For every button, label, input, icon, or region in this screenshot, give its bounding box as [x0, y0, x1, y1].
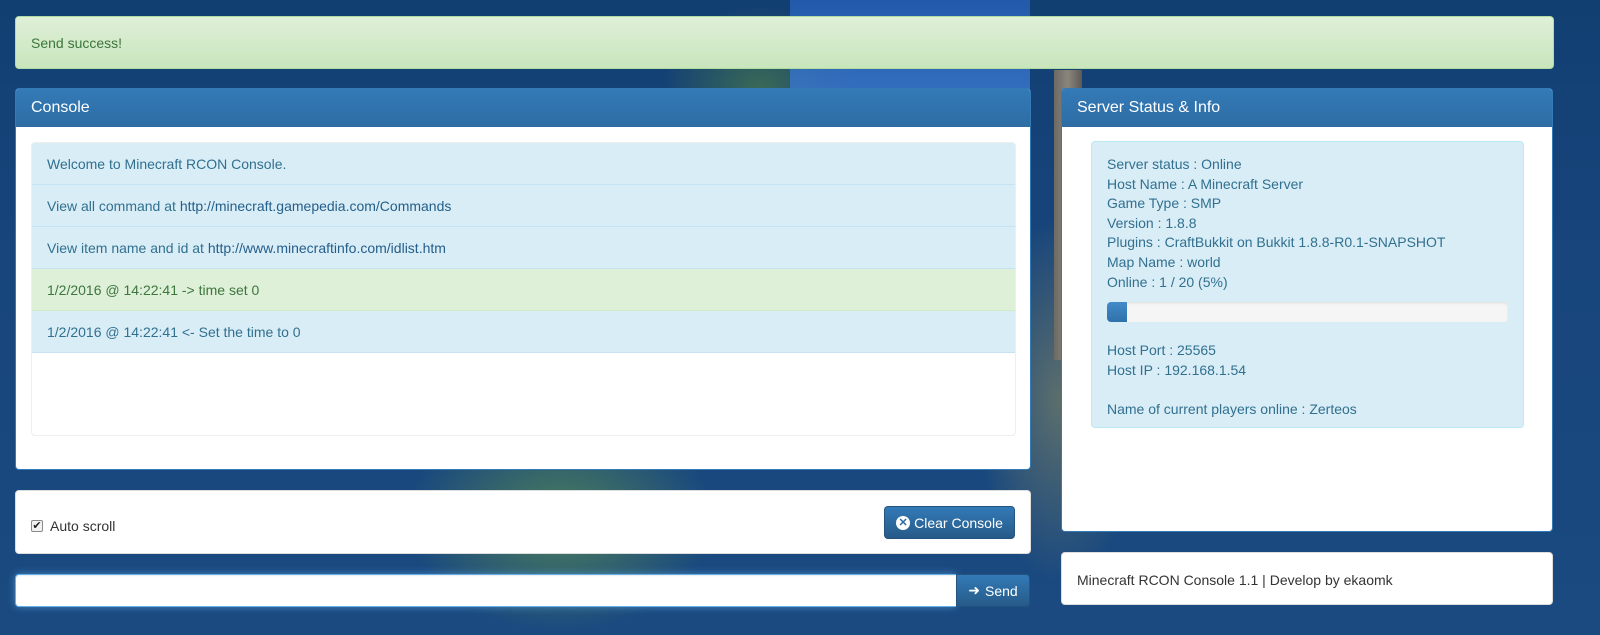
checkmark-icon: ✔ — [32, 520, 42, 532]
command-input[interactable] — [15, 574, 956, 607]
host-ip: Host IP : 192.168.1.54 — [1107, 361, 1247, 378]
console-panel: Console Welcome to Minecraft RCON Consol… — [15, 88, 1031, 470]
auto-scroll-toggle[interactable]: ✔ Auto scroll — [31, 518, 115, 534]
players-online: Name of current players online : Zerteos — [1107, 400, 1357, 417]
host-name: Host Name : A Minecraft Server — [1107, 175, 1304, 192]
host-port: Host Port : 25565 — [1107, 342, 1216, 359]
console-title: Console — [31, 99, 90, 116]
online-progress-bar — [1107, 302, 1128, 323]
console-heading: Console — [16, 89, 1030, 127]
online-count: Online : 1 / 20 (5%) — [1107, 273, 1228, 290]
clear-console-button[interactable]: ✕ Clear Console — [884, 506, 1015, 539]
game-type: Game Type : SMP — [1107, 195, 1222, 212]
console-line-sent: 1/2/2016 @ 14:22:41 -> time set 0 — [32, 269, 1015, 311]
alert-text: Send success! — [31, 35, 123, 51]
server-status: Server status : Online — [1107, 156, 1242, 172]
footer: Minecraft RCON Console 1.1 | Develop by … — [1061, 552, 1553, 605]
console-line: View item name and id at http://www.mine… — [32, 227, 1015, 269]
console-output[interactable]: Welcome to Minecraft RCON Console. View … — [31, 142, 1016, 436]
send-button[interactable]: ➜ Send — [956, 574, 1030, 607]
send-label: Send — [985, 582, 1018, 599]
arrow-right-icon: ➜ — [968, 582, 981, 598]
online-progress — [1107, 302, 1508, 323]
auto-scroll-checkbox[interactable]: ✔ — [31, 520, 43, 532]
console-line-response: 1/2/2016 @ 14:22:41 <- Set the time to 0 — [32, 311, 1015, 353]
clear-console-label: Clear Console — [914, 514, 1003, 531]
commands-link[interactable]: http://minecraft.gamepedia.com/Commands — [180, 198, 452, 214]
version: Version : 1.8.8 — [1107, 214, 1197, 231]
server-status-panel: Server Status & Info Server status : Onl… — [1061, 88, 1553, 532]
console-line: View all command at http://minecraft.gam… — [32, 185, 1015, 227]
console-line: Welcome to Minecraft RCON Console. — [32, 143, 1015, 185]
server-title: Server Status & Info — [1077, 99, 1221, 116]
map-name: Map Name : world — [1107, 253, 1221, 270]
idlist-link[interactable]: http://www.minecraftinfo.com/idlist.htm — [208, 240, 446, 256]
server-info-box: Server status : Online Host Name : A Min… — [1091, 141, 1524, 428]
console-controls: ✔ Auto scroll ✕ Clear Console — [15, 490, 1031, 554]
auto-scroll-label: Auto scroll — [50, 518, 116, 534]
plugins: Plugins : CraftBukkit on Bukkit 1.8.8-R0… — [1107, 234, 1446, 251]
server-heading: Server Status & Info — [1062, 89, 1552, 127]
footer-text: Minecraft RCON Console 1.1 | Develop by … — [1077, 572, 1393, 588]
command-input-group: ➜ Send — [15, 574, 1030, 607]
success-alert: Send success! — [15, 16, 1554, 69]
times-circle-icon: ✕ — [896, 515, 911, 530]
